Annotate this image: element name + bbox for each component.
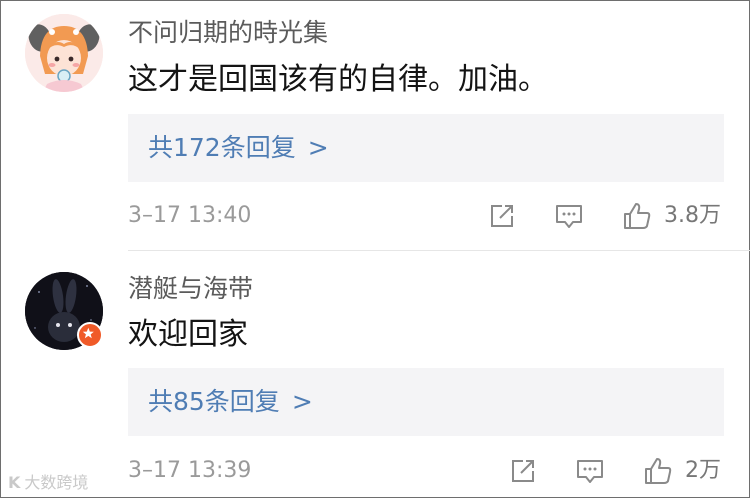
cartoon-girl-avatar-icon (25, 14, 103, 92)
comment-meta-bar: 3–17 13:40 3.8万 (0, 198, 750, 234)
comment-item: 潜艇与海带 欢迎回家 共85条回复 > 3–17 13:39 2万 (0, 251, 750, 498)
verified-star-badge-icon (77, 322, 103, 348)
comment-timestamp: 3–17 13:39 (128, 458, 252, 483)
comment-meta-bar: 3–17 13:39 2万 (0, 453, 750, 489)
watermark: K 大数跨境 (8, 473, 88, 493)
comment-item: 不问归期的時光集 这才是回国该有的自律。加油。 共172条回复 > 3–17 13… (0, 0, 750, 250)
replies-count-label: 共85条回复 (148, 387, 280, 416)
watermark-text: 大数跨境 (24, 473, 89, 492)
avatar[interactable] (25, 14, 103, 92)
view-replies-button[interactable]: 共172条回复 > (128, 114, 724, 182)
chevron-right-icon: > (291, 387, 313, 416)
comment-username[interactable]: 不问归期的時光集 (128, 17, 328, 49)
replies-count-label: 共172条回复 (148, 133, 296, 162)
chevron-right-icon: > (307, 133, 329, 162)
comment-username[interactable]: 潜艇与海带 (128, 273, 253, 305)
like-icon[interactable] (643, 456, 673, 486)
view-replies-button[interactable]: 共85条回复 > (128, 368, 724, 436)
like-icon[interactable] (622, 201, 652, 231)
comment-icon[interactable] (575, 456, 605, 486)
comment-icon[interactable] (554, 201, 584, 231)
watermark-logo: K (8, 473, 21, 492)
share-icon[interactable] (508, 456, 538, 486)
like-count: 3.8万 (664, 203, 721, 228)
like-count: 2万 (685, 458, 721, 483)
comment-text: 这才是回国该有的自律。加油。 (128, 62, 548, 97)
share-icon[interactable] (487, 201, 517, 231)
comment-timestamp: 3–17 13:40 (128, 203, 252, 228)
comment-text: 欢迎回家 (128, 317, 248, 352)
